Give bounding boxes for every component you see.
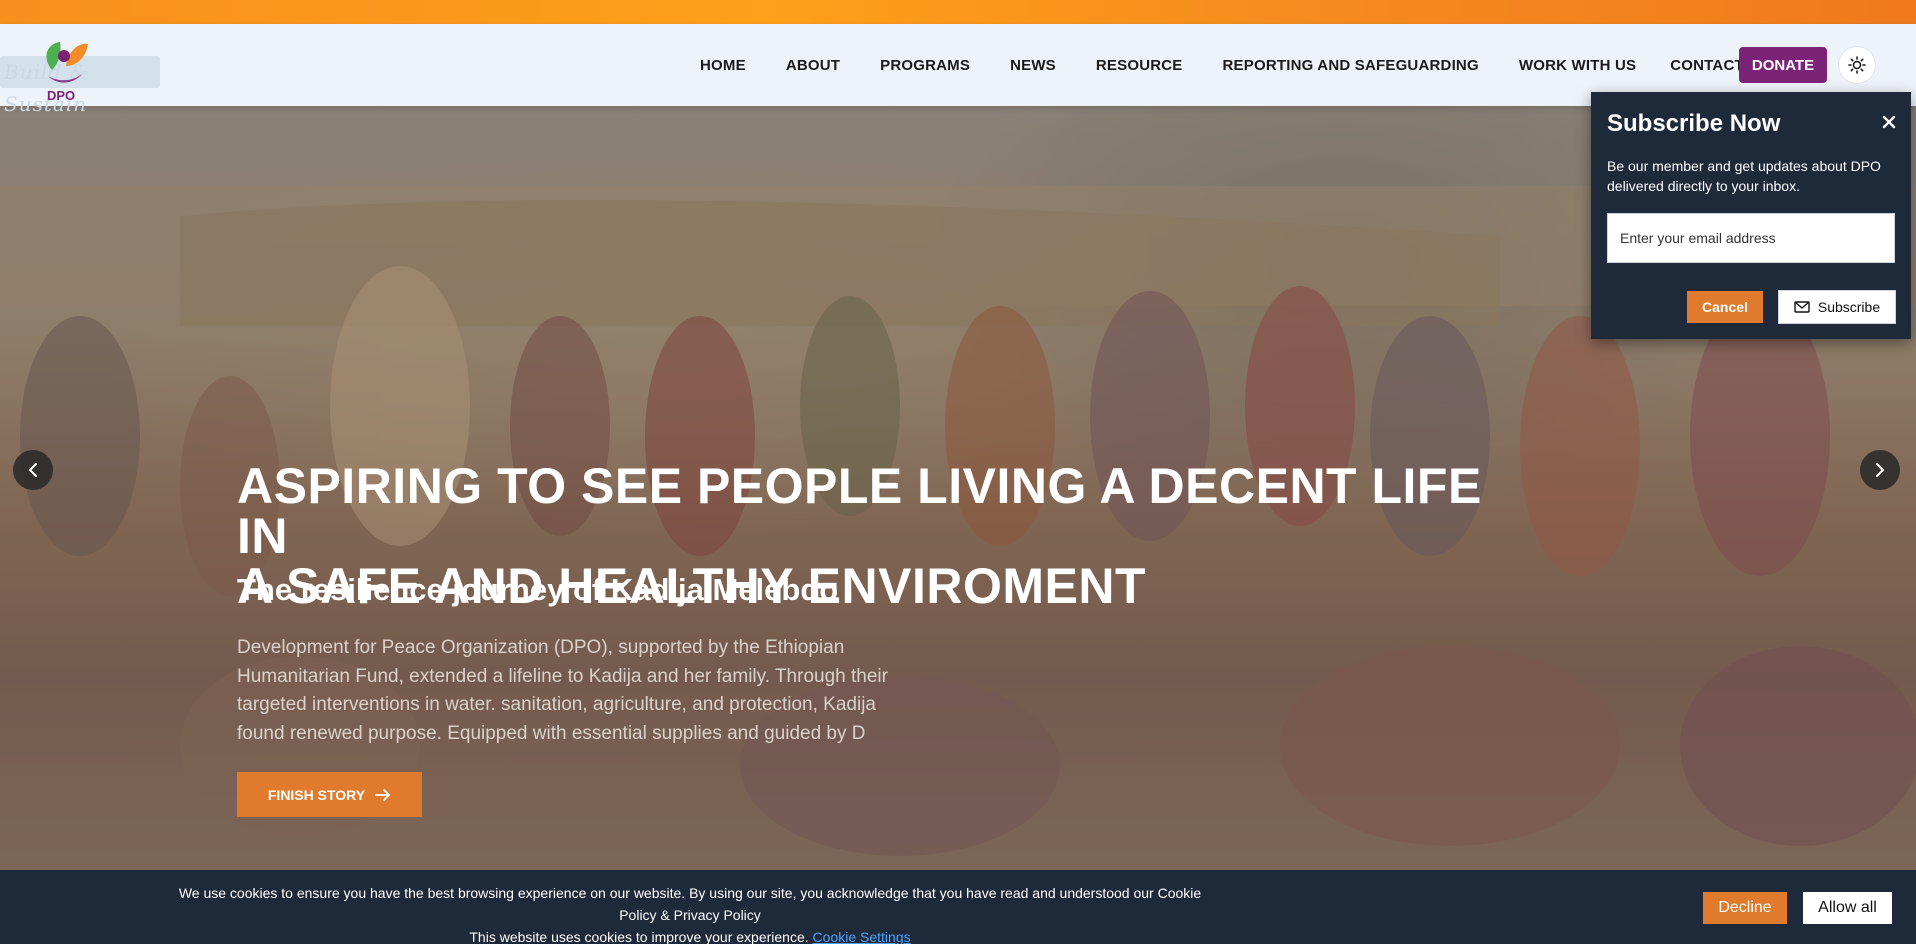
cookie-text: We use cookies to ensure you have the be… bbox=[160, 882, 1220, 944]
nav-resource[interactable]: RESOURCE bbox=[1096, 57, 1183, 74]
logo-leaf-icon bbox=[46, 42, 88, 83]
nav-work-with-us[interactable]: WORK WITH US bbox=[1519, 57, 1636, 74]
cookie-allow-all-button[interactable]: Allow all bbox=[1803, 892, 1892, 924]
top-accent-strip bbox=[0, 0, 1916, 24]
subscribe-button-label: Subscribe bbox=[1817, 299, 1881, 315]
chevron-left-icon bbox=[29, 463, 37, 477]
subscribe-button[interactable]: Subscribe bbox=[1778, 290, 1896, 324]
cookie-line-2: This website uses cookies to improve you… bbox=[160, 926, 1220, 944]
subscribe-description: Be our member and get updates about DPO … bbox=[1607, 158, 1881, 194]
hero-title-line-1: ASPIRING TO SEE PEOPLE LIVING A DECENT L… bbox=[237, 458, 1482, 564]
nav-news[interactable]: NEWS bbox=[1010, 57, 1056, 74]
chevron-right-icon bbox=[1876, 463, 1884, 477]
nav-reporting-safeguarding[interactable]: REPORTING AND SAFEGUARDING bbox=[1223, 57, 1479, 74]
site-logo[interactable]: Build & Sustain DPO bbox=[0, 30, 165, 116]
close-icon[interactable] bbox=[1879, 112, 1899, 132]
nav-programs[interactable]: PROGRAMS bbox=[880, 57, 970, 74]
finish-story-label: FINISH STORY bbox=[267, 786, 366, 803]
nav-home[interactable]: HOME bbox=[700, 57, 746, 74]
finish-story-button[interactable]: FINISH STORY bbox=[237, 772, 422, 817]
cookie-settings-link[interactable]: Cookie Settings bbox=[813, 929, 911, 944]
subscribe-cancel-button[interactable]: Cancel bbox=[1687, 291, 1763, 323]
mail-icon bbox=[1794, 301, 1810, 313]
arrow-right-icon bbox=[375, 788, 391, 801]
cookie-line-2-text: This website uses cookies to improve you… bbox=[469, 929, 809, 944]
logo-text: DPO bbox=[47, 88, 76, 103]
sun-icon bbox=[1848, 56, 1866, 74]
nav-about[interactable]: ABOUT bbox=[786, 57, 840, 74]
subscribe-title: Subscribe Now bbox=[1607, 110, 1781, 137]
cookie-line-1: We use cookies to ensure you have the be… bbox=[178, 885, 1202, 923]
theme-toggle-button[interactable] bbox=[1838, 46, 1876, 84]
slider-next-button[interactable] bbox=[1860, 450, 1900, 490]
donate-button[interactable]: DONATE bbox=[1739, 47, 1827, 83]
email-input[interactable] bbox=[1607, 213, 1895, 263]
hero-story-text: Development for Peace Organization (DPO)… bbox=[237, 637, 888, 744]
cookie-decline-button[interactable]: Decline bbox=[1703, 892, 1787, 924]
hero-subtitle: The resilience journey of Kadija Melebdo bbox=[237, 572, 839, 607]
slider-prev-button[interactable] bbox=[13, 450, 53, 490]
subscribe-popup: Subscribe Now Be our member and get upda… bbox=[1591, 92, 1911, 339]
cookie-banner: We use cookies to ensure you have the be… bbox=[0, 870, 1916, 944]
